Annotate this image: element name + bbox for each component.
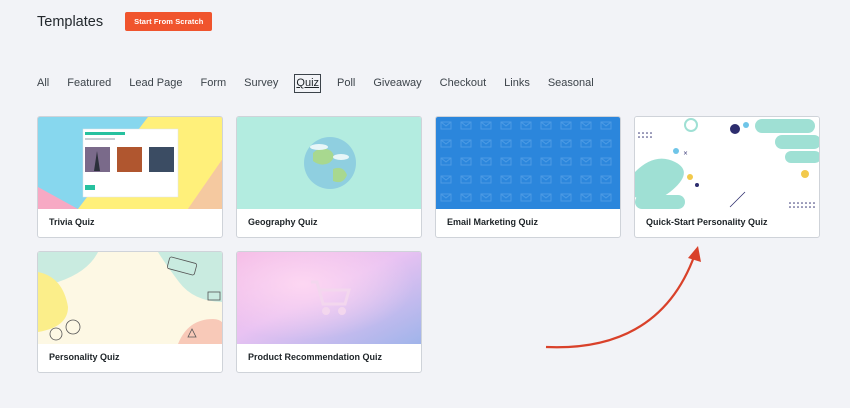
template-label: Product Recommendation Quiz <box>248 352 383 362</box>
template-thumbnail: × <box>635 117 819 209</box>
header: Templates Start From Scratch <box>37 12 213 31</box>
template-label: Trivia Quiz <box>49 217 95 227</box>
curved-arrow-annotation <box>545 246 701 349</box>
start-from-scratch-button[interactable]: Start From Scratch <box>125 12 213 31</box>
filter-poll[interactable]: Poll <box>337 76 355 91</box>
template-label: Quick-Start Personality Quiz <box>646 217 768 227</box>
template-thumbnail <box>237 252 421 344</box>
template-label: Geography Quiz <box>248 217 318 227</box>
filter-survey[interactable]: Survey <box>244 76 278 91</box>
filter-giveaway[interactable]: Giveaway <box>373 76 421 91</box>
template-card-trivia-quiz[interactable]: Trivia Quiz <box>37 116 223 238</box>
filter-links[interactable]: Links <box>504 76 530 91</box>
template-thumbnail <box>436 117 620 209</box>
filter-lead-page[interactable]: Lead Page <box>129 76 182 91</box>
template-label: Personality Quiz <box>49 352 120 362</box>
template-card-personality-quiz[interactable]: Personality Quiz <box>37 251 223 373</box>
filter-featured[interactable]: Featured <box>67 76 111 91</box>
filter-all[interactable]: All <box>37 76 49 91</box>
filter-form[interactable]: Form <box>200 76 226 91</box>
template-card-email-marketing-quiz[interactable]: Email Marketing Quiz <box>435 116 621 238</box>
globe-icon <box>304 137 356 189</box>
svg-text:×: × <box>683 150 688 157</box>
template-thumbnail <box>237 117 421 209</box>
template-thumbnail <box>38 117 222 209</box>
template-card-geography-quiz[interactable]: Geography Quiz <box>236 116 422 238</box>
filter-tabs: All Featured Lead Page Form Survey Quiz … <box>37 74 612 93</box>
filter-checkout[interactable]: Checkout <box>440 76 486 91</box>
filter-seasonal[interactable]: Seasonal <box>548 76 594 91</box>
filter-quiz[interactable]: Quiz <box>294 74 321 93</box>
template-label: Email Marketing Quiz <box>447 217 539 227</box>
template-card-quick-start-personality-quiz[interactable]: × Quick-Start Personality Quiz <box>634 116 820 238</box>
page-title: Templates <box>37 13 104 30</box>
template-thumbnail <box>38 252 222 344</box>
template-card-product-recommendation-quiz[interactable]: Product Recommendation Quiz <box>236 251 422 373</box>
